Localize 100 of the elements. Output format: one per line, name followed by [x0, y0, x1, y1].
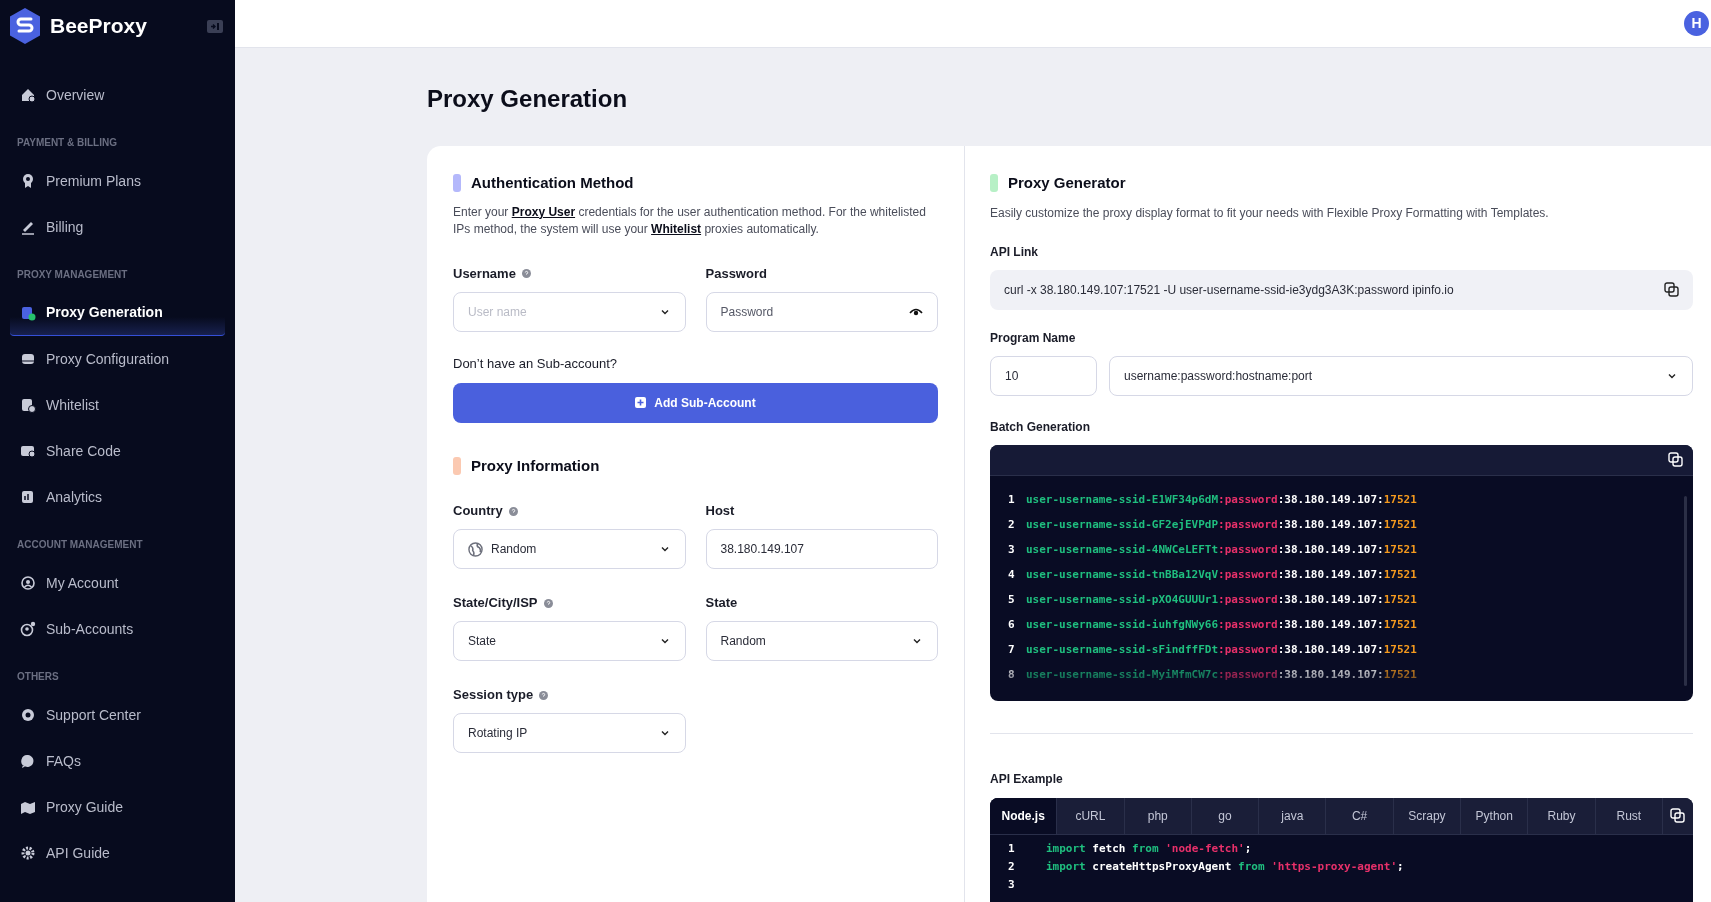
- section-title: Proxy Information: [471, 455, 600, 476]
- language-tab[interactable]: php: [1124, 797, 1192, 834]
- link[interactable]: Proxy User: [511, 204, 576, 219]
- field-label: API Link: [990, 243, 1039, 261]
- select-field[interactable]: Random: [453, 529, 686, 569]
- line-number: 7: [1008, 642, 1016, 659]
- plus-icon: [635, 397, 647, 408]
- sidebar-item[interactable]: Support Center: [10, 692, 225, 738]
- line-number: 2: [1008, 517, 1016, 534]
- sidebar-item[interactable]: Sub-Accounts: [10, 606, 225, 652]
- code-line: user-username-ssid-sFindffFDt:password:38.180.149.107:17521: [1026, 642, 1417, 659]
- sidebar-item[interactable]: My Account: [10, 560, 225, 606]
- logo-icon: [8, 7, 42, 45]
- line-number: 5: [1008, 592, 1016, 609]
- section-heading: PROXY MANAGEMENT: [16, 268, 129, 282]
- sidebar-item[interactable]: Share Code: [10, 428, 225, 474]
- line-number: 3: [1008, 877, 1016, 894]
- select-field[interactable]: Rotating IP: [453, 713, 686, 753]
- section-title: Authentication Method: [471, 173, 634, 193]
- line-number: 6: [1008, 617, 1016, 634]
- language-tab[interactable]: Rust: [1595, 797, 1663, 834]
- sidebar-item[interactable]: API Guide: [10, 830, 225, 876]
- avatar[interactable]: H: [1684, 11, 1709, 36]
- line-number: 2: [1008, 859, 1016, 876]
- code-line: user-username-ssid-GF2ejEVPdP:password:38.180.149.107:17521: [1026, 517, 1417, 534]
- field-label: API Example: [990, 770, 1064, 788]
- language-tab[interactable]: go: [1191, 797, 1260, 834]
- api-link-field[interactable]: curl -x 38.180.149.107:17521 -U user-username-ssid-ie3ydg3A3K:password ipinfo.io: [990, 269, 1693, 310]
- line-number: 4: [1008, 567, 1016, 584]
- language-tab[interactable]: cURL: [1057, 797, 1125, 834]
- brand-name: BeeProxy: [50, 13, 147, 40]
- section-heading: OTHERS: [16, 670, 60, 684]
- input-field[interactable]: 38.180.149.107: [705, 529, 938, 569]
- copy-icon[interactable]: [1664, 282, 1679, 297]
- language-tab[interactable]: Node.js: [990, 797, 1058, 834]
- lifebuoy-icon: [20, 707, 36, 723]
- line-number: 1: [1008, 492, 1016, 509]
- user-circle-icon: [20, 575, 36, 591]
- code-line: user-username-ssid-4NWCeLEFTt:password:38.180.149.107:17521: [1026, 542, 1417, 559]
- help-icon[interactable]: [508, 506, 518, 516]
- field-label: Username: [453, 264, 516, 283]
- help-icon[interactable]: [521, 269, 531, 278]
- language-tab[interactable]: C#: [1326, 797, 1394, 834]
- field-label: State/City/ISP: [453, 594, 538, 613]
- chart-icon: [20, 489, 36, 505]
- map-icon: [20, 799, 36, 815]
- sidebar-item[interactable]: Whitelist: [10, 382, 225, 428]
- code-line: user-username-ssid-MyiMfmCW7c:password:38.180.149.107:17521: [1026, 667, 1417, 684]
- code-line: user-username-ssid-tnBBa12VqV:password:38.180.149.107:17521: [1026, 567, 1417, 584]
- help-icon[interactable]: [543, 598, 553, 608]
- select-field[interactable]: Random: [705, 621, 938, 661]
- help-icon[interactable]: [539, 690, 549, 700]
- code-line: import fetch from 'node-fetch';: [1046, 841, 1252, 858]
- scrollbar[interactable]: [1684, 495, 1687, 686]
- language-tab[interactable]: Ruby: [1528, 797, 1596, 834]
- eye-icon[interactable]: [909, 306, 923, 317]
- description: Easily customize the proxy display format to fit your needs with Flexible Proxy Formatting with Templates.: [990, 204, 1550, 222]
- field-label: Host: [705, 502, 735, 521]
- copy-icon[interactable]: [1670, 808, 1686, 823]
- code-line: user-username-ssid-iuhfgNWy66:password:38.180.149.107:17521: [1026, 617, 1417, 634]
- line-number: 8: [1008, 667, 1016, 684]
- field-label: State: [705, 594, 738, 613]
- prompt-text: Don’t have an Sub-account?: [453, 354, 619, 372]
- collapse-sidebar-icon[interactable]: [207, 19, 223, 33]
- sidebar-item[interactable]: Proxy Configuration: [10, 336, 225, 382]
- section-heading: PAYMENT & BILLING: [16, 136, 118, 150]
- sidebar-item[interactable]: FAQs: [10, 738, 225, 784]
- code-line: user-username-ssid-E1WF34p6dM:password:38.180.149.107:17521: [1026, 492, 1417, 509]
- count-field[interactable]: 10: [990, 355, 1097, 396]
- medal-icon: [20, 173, 36, 189]
- copy-icon[interactable]: [1668, 452, 1683, 467]
- home-icon: [20, 87, 36, 103]
- gear-icon: [20, 845, 36, 861]
- document-icon: [20, 304, 36, 321]
- description: Enter your Proxy User credentials for the user authentication method. For the whitelisted IPs method, the system will use your Whitelist proxies automatically.: [453, 203, 927, 238]
- section-title: Proxy Generator: [1008, 173, 1126, 193]
- code-line: user-username-ssid-pXO4GUUUr1:password:38.180.149.107:17521: [1026, 592, 1417, 609]
- sidebar-item[interactable]: Premium Plans: [10, 158, 225, 204]
- code-line: import createHttpsProxyAgent from 'https-proxy-agent';: [1046, 859, 1404, 876]
- field-label: Country: [453, 502, 503, 521]
- sidebar-item[interactable]: Proxy Guide: [10, 784, 225, 830]
- link[interactable]: Whitelist: [651, 221, 702, 236]
- format-select[interactable]: username:password:hostname:port: [1109, 355, 1693, 396]
- language-tab[interactable]: Scrapy: [1393, 797, 1462, 834]
- language-tab[interactable]: java: [1259, 797, 1327, 834]
- chat-icon: [20, 753, 36, 769]
- sidebar-item[interactable]: Overview: [10, 72, 225, 118]
- globe-icon: [468, 541, 483, 557]
- language-tab[interactable]: Python: [1461, 797, 1529, 834]
- field-label: Session type: [453, 686, 534, 705]
- sidebar-item[interactable]: Billing: [10, 204, 225, 250]
- field-label: Password: [705, 264, 767, 283]
- add-sub-account-button[interactable]: Add Sub-Account: [453, 382, 938, 423]
- sidebar-item[interactable]: Analytics: [10, 474, 225, 520]
- users-icon: [20, 621, 36, 637]
- pencil-icon: [20, 219, 36, 235]
- line-number: 3: [1008, 542, 1016, 559]
- input-field[interactable]: Password: [705, 291, 938, 332]
- drive-icon: [20, 351, 36, 367]
- select-field[interactable]: State: [453, 621, 686, 661]
